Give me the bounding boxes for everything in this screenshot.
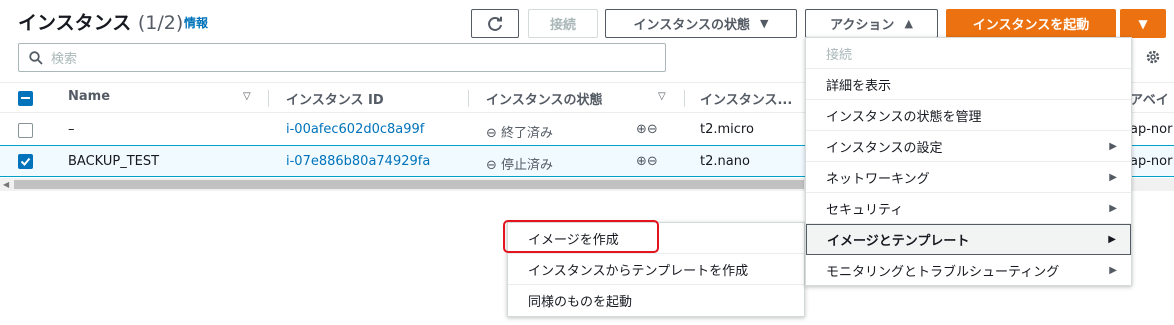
selection-count: (1/2) — [137, 12, 184, 34]
menu-item-networking[interactable]: ネットワーキング ▶ — [806, 162, 1131, 193]
menu-item-monitor-troubleshoot[interactable]: モニタリングとトラブルシューティング ▶ — [806, 255, 1131, 286]
instance-state-dropdown-label: インスタンスの状態 — [633, 18, 750, 33]
menu-item-label: ネットワーキング — [826, 171, 930, 187]
launch-instances-button[interactable]: インスタンスを起動 — [946, 9, 1116, 38]
menu-item-connect[interactable]: 接続 — [806, 38, 1131, 69]
column-header-name[interactable]: Name — [68, 89, 110, 104]
menu-item-launch-more-like-this[interactable]: 同様のものを起動 — [508, 285, 804, 316]
connect-button[interactable]: 接続 — [528, 9, 598, 38]
menu-item-view-details[interactable]: 詳細を表示 — [806, 69, 1131, 100]
refresh-button[interactable] — [471, 9, 519, 38]
row-name: BACKUP_TEST — [68, 154, 160, 169]
menu-item-image-and-templates[interactable]: イメージとテンプレート ▶ — [806, 224, 1131, 255]
zoom-in-icon[interactable]: ⊕ — [636, 122, 647, 137]
filter-icon[interactable]: ▽ — [658, 91, 666, 102]
caret-right-icon: ▶ — [1109, 202, 1117, 214]
state-stopped-icon: ⊖ — [486, 126, 497, 141]
search-icon — [29, 50, 43, 65]
zoom-in-icon[interactable]: ⊕ — [636, 154, 647, 169]
column-header-instance-state[interactable]: インスタンスの状態 — [486, 89, 602, 108]
state-stopped-icon: ⊖ — [486, 158, 497, 173]
highlight-annotation — [503, 220, 659, 253]
search-placeholder: 検索 — [51, 52, 78, 67]
select-all-checkbox[interactable] — [18, 91, 33, 106]
info-link[interactable]: 情報 — [184, 14, 208, 31]
row-state-label: 停止済み — [501, 158, 554, 173]
page-title-text: インスタンス — [18, 12, 132, 34]
settings-icon[interactable] — [1145, 49, 1161, 69]
search-input[interactable]: 検索 — [18, 43, 666, 72]
caret-down-icon: ▼ — [760, 17, 769, 30]
scroll-left-icon[interactable]: ◀ — [3, 180, 9, 189]
actions-menu: 接続 詳細を表示 インスタンスの状態を管理 インスタンスの設定 ▶ ネットワーキ… — [805, 37, 1132, 286]
menu-item-security[interactable]: セキュリティ ▶ — [806, 193, 1131, 224]
refresh-icon — [488, 16, 502, 31]
scrollbar-thumb[interactable] — [14, 180, 804, 189]
row-name: – — [68, 122, 75, 137]
caret-right-icon: ▶ — [1108, 234, 1116, 245]
actions-dropdown-label: アクション — [830, 18, 895, 33]
zoom-out-icon[interactable]: ⊖ — [647, 122, 658, 137]
row-instance-type: t2.micro — [700, 122, 754, 137]
instance-state-dropdown[interactable]: インスタンスの状態 ▼ — [605, 9, 797, 38]
column-header-instance-id[interactable]: インスタンス ID — [286, 89, 384, 108]
column-header-instance-type[interactable]: インスタンス... — [700, 89, 792, 108]
checkmark-icon — [20, 157, 31, 166]
caret-up-icon: ▲ — [904, 17, 913, 30]
zoom-icons[interactable]: ⊕⊖ — [636, 122, 658, 137]
menu-item-label: イメージとテンプレート — [827, 234, 970, 249]
row-state: ⊖ 終了済み — [486, 122, 553, 141]
row-state: ⊖ 停止済み — [486, 154, 553, 173]
menu-item-label: モニタリングとトラブルシューティング — [826, 265, 1060, 280]
filter-icon[interactable]: ▽ — [243, 91, 251, 102]
menu-item-manage-state[interactable]: インスタンスの状態を管理 — [806, 100, 1131, 131]
launch-options-button[interactable]: ▼ — [1120, 9, 1166, 38]
caret-right-icon: ▶ — [1109, 171, 1117, 183]
row-az: ap-nor — [1130, 154, 1173, 169]
row-checkbox[interactable] — [18, 154, 33, 169]
row-instance-type: t2.nano — [700, 154, 750, 169]
caret-right-icon: ▶ — [1109, 265, 1117, 276]
row-instance-id[interactable]: i-00afec602d0c8a99f — [286, 122, 424, 137]
row-instance-id[interactable]: i-07e886b80a74929fa — [286, 154, 430, 169]
menu-item-label: セキュリティ — [826, 202, 904, 218]
row-checkbox[interactable] — [18, 123, 33, 138]
caret-down-icon: ▼ — [1138, 16, 1148, 31]
caret-right-icon: ▶ — [1109, 140, 1117, 152]
row-az: ap-nor — [1130, 122, 1173, 137]
page-title: インスタンス (1/2) — [18, 8, 183, 35]
column-header-az[interactable]: アベイ — [1130, 89, 1169, 108]
zoom-icons[interactable]: ⊕⊖ — [636, 154, 658, 169]
menu-item-create-template[interactable]: インスタンスからテンプレートを作成 — [508, 254, 804, 285]
menu-item-instance-settings[interactable]: インスタンスの設定 ▶ — [806, 131, 1131, 162]
actions-dropdown[interactable]: アクション ▲ — [805, 9, 938, 38]
row-state-label: 終了済み — [501, 126, 554, 141]
menu-item-label: インスタンスの設定 — [826, 140, 943, 156]
zoom-out-icon[interactable]: ⊖ — [647, 154, 658, 169]
